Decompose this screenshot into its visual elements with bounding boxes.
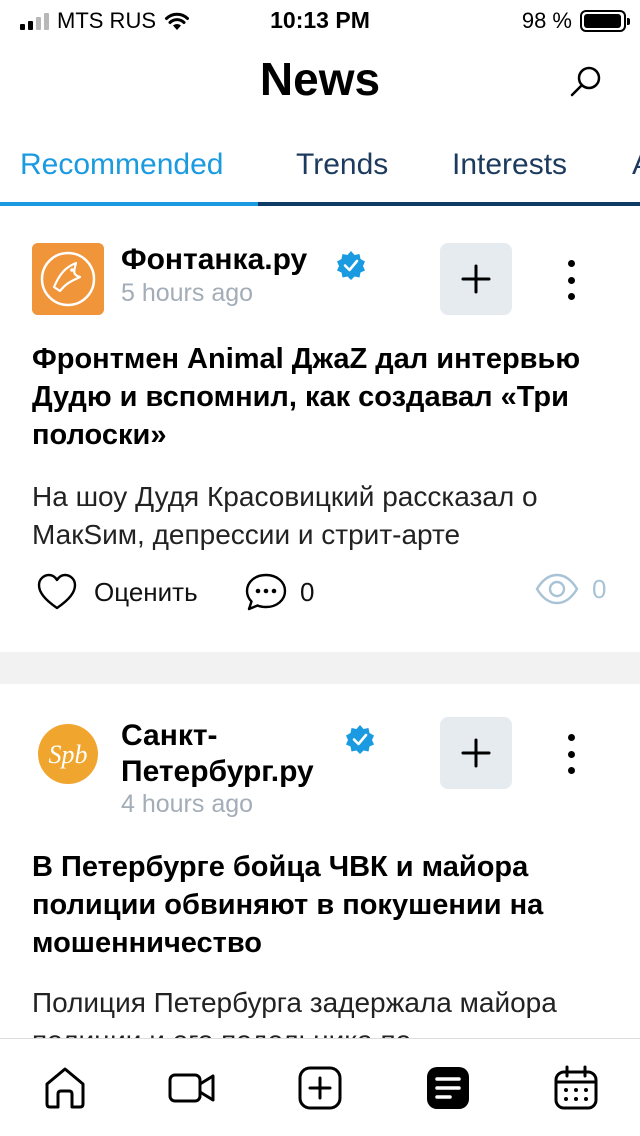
add-icon bbox=[298, 1066, 342, 1110]
tab-recommended[interactable]: Recommended bbox=[20, 148, 223, 182]
more-options-button[interactable] bbox=[556, 734, 586, 774]
source-avatar[interactable] bbox=[32, 243, 104, 315]
time-ago: 5 hours ago bbox=[121, 279, 254, 307]
article-actions: Оценить 0 0 bbox=[0, 572, 640, 622]
tab-underline bbox=[258, 202, 640, 206]
plus-icon bbox=[461, 738, 491, 768]
video-icon bbox=[168, 1073, 215, 1103]
article-headline[interactable]: Фронтмен Animal ДжаZ дал интервью Дудю и… bbox=[32, 340, 622, 454]
status-bar: MTS RUS 10:13 PM 98 % bbox=[0, 0, 640, 40]
like-button[interactable]: Оценить bbox=[36, 572, 198, 612]
tab-partial[interactable]: A bbox=[632, 148, 640, 182]
bottom-tab-bar bbox=[0, 1038, 640, 1136]
heart-icon bbox=[37, 573, 77, 610]
follow-button[interactable] bbox=[440, 243, 512, 315]
like-label: Оценить bbox=[94, 576, 198, 607]
more-options-button[interactable] bbox=[556, 260, 586, 300]
svg-text:Spb: Spb bbox=[49, 740, 88, 769]
page-title: News bbox=[259, 53, 381, 105]
article-summary[interactable]: Полиция Петербурга задержала майора поли… bbox=[32, 984, 622, 1044]
comment-button[interactable]: 0 bbox=[244, 572, 314, 612]
verified-icon bbox=[346, 725, 374, 754]
plus-icon bbox=[461, 264, 491, 294]
tab-trends[interactable]: Trends bbox=[296, 148, 388, 182]
calendar-icon bbox=[554, 1065, 598, 1110]
fontanka-logo-icon bbox=[32, 243, 104, 315]
search-icon bbox=[570, 66, 601, 97]
comment-count: 0 bbox=[300, 576, 315, 607]
article-headline[interactable]: В Петербурге бойца ЧВК и майора полиции … bbox=[32, 848, 622, 962]
card-divider bbox=[0, 652, 640, 684]
comment-icon bbox=[245, 573, 287, 611]
news-card[interactable]: Фонтанка.ру 5 hours ago Фронтмен Animal … bbox=[0, 210, 640, 652]
article-summary[interactable]: На шоу Дудя Красовицкий рассказал о МакS… bbox=[32, 478, 622, 554]
source-avatar[interactable]: Spb bbox=[32, 718, 104, 790]
status-right: 98 % bbox=[521, 8, 630, 34]
battery-level bbox=[584, 14, 622, 28]
news-feed-icon bbox=[427, 1067, 469, 1109]
verified-icon bbox=[337, 251, 365, 280]
follow-button[interactable] bbox=[440, 717, 512, 789]
battery-percent: 98 % bbox=[521, 8, 572, 33]
tab-video[interactable] bbox=[167, 1063, 217, 1113]
views-count: 0 bbox=[592, 573, 607, 604]
tab-interests[interactable]: Interests bbox=[452, 148, 567, 182]
category-tabs: Recommended Trends Interests A bbox=[0, 130, 640, 208]
tab-create[interactable] bbox=[295, 1063, 345, 1113]
home-icon bbox=[45, 1067, 85, 1109]
tab-indicator bbox=[0, 202, 258, 206]
tab-news[interactable] bbox=[423, 1063, 473, 1113]
news-card[interactable]: Spb Санкт-Петербург.ру 4 hours ago В Пет… bbox=[0, 684, 640, 1044]
tab-calendar[interactable] bbox=[551, 1063, 601, 1113]
search-button[interactable] bbox=[566, 62, 606, 102]
time-ago: 4 hours ago bbox=[121, 790, 254, 818]
source-name[interactable]: Фонтанка.ру bbox=[121, 242, 307, 278]
tab-home[interactable] bbox=[40, 1063, 90, 1113]
header: News bbox=[0, 40, 640, 120]
battery-icon bbox=[580, 10, 630, 32]
eye-icon bbox=[535, 573, 579, 605]
views-indicator: 0 bbox=[534, 572, 606, 606]
spb-logo-icon: Spb bbox=[38, 724, 98, 784]
source-name[interactable]: Санкт-Петербург.ру bbox=[121, 718, 371, 790]
